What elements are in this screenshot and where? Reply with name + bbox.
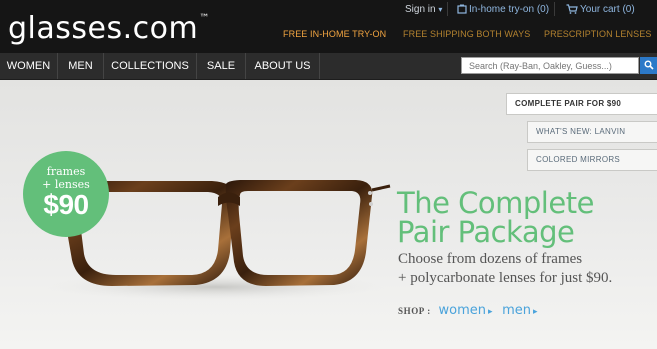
tab-complete-pair[interactable]: COMPLETE PAIR FOR $90	[506, 93, 657, 115]
cart-icon	[566, 4, 578, 17]
tab-whats-new-lanvin[interactable]: WHAT'S NEW: LANVIN	[527, 121, 657, 143]
glasses-box-icon	[457, 4, 467, 17]
cart-link[interactable]: Your cart (0)	[566, 4, 635, 17]
nav-sale[interactable]: SALE	[197, 53, 246, 79]
nav-men[interactable]: MEN	[58, 53, 104, 79]
shop-links: SHOP : women ▸ men ▸	[398, 302, 538, 318]
in-home-try-on-link[interactable]: In-home try-on (0)	[457, 4, 549, 17]
try-on-label: In-home try-on	[469, 4, 535, 15]
badge-frames-text: frames	[46, 165, 86, 178]
chevron-right-icon: ▸	[487, 307, 493, 317]
promo-free-try-on[interactable]: FREE IN-HOME TRY-ON	[283, 29, 386, 39]
try-on-count: (0)	[536, 4, 550, 15]
search-icon	[644, 57, 654, 75]
promo-free-shipping[interactable]: FREE SHIPPING BOTH WAYS	[403, 29, 530, 39]
main-nav: WOMEN MEN COLLECTIONS SALE ABOUT US	[0, 53, 657, 80]
hero-headline: The Complete Pair Package	[397, 186, 594, 249]
chevron-down-icon: ▾	[438, 5, 443, 14]
nav-about-us[interactable]: ABOUT US	[246, 53, 320, 79]
cart-count: (0)	[622, 4, 635, 15]
badge-price: $90	[43, 189, 89, 220]
shop-men-link[interactable]: men ▸	[502, 303, 537, 318]
search-input[interactable]	[461, 57, 639, 74]
nav-collections[interactable]: COLLECTIONS	[104, 53, 197, 79]
cart-label: Your cart	[580, 4, 620, 15]
hero-subtext: Choose from dozens of frames + polycarbo…	[398, 251, 613, 286]
divider	[447, 2, 448, 16]
sign-in-link[interactable]: Sign in ▾	[405, 4, 442, 15]
chevron-right-icon: ▸	[533, 307, 538, 317]
search-button[interactable]	[640, 57, 657, 74]
site-logo[interactable]: glasses.com™	[8, 11, 210, 46]
tab-colored-mirrors[interactable]: COLORED MIRRORS	[527, 149, 657, 171]
nav-women[interactable]: WOMEN	[0, 53, 58, 79]
top-header: glasses.com™ Sign in ▾ In-home try-on (0…	[0, 0, 657, 53]
shop-women-link[interactable]: women ▸	[438, 303, 492, 318]
promo-prescription-lenses[interactable]: PRESCRIPTION LENSES	[544, 29, 651, 39]
trademark-symbol: ™	[199, 13, 210, 24]
price-badge: frames + lenses $90	[23, 151, 109, 237]
sign-in-label: Sign in	[405, 4, 436, 15]
shop-label: SHOP :	[398, 306, 431, 316]
divider	[554, 2, 555, 16]
